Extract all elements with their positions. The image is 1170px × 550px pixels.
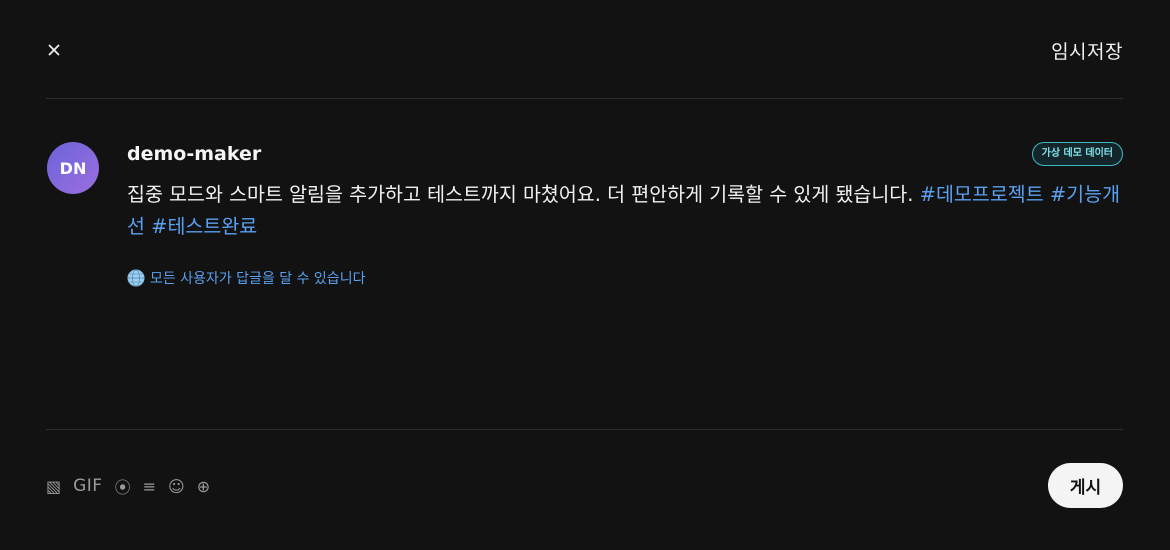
reply-permission-label: 모든 사용자가 답글을 달 수 있습니다	[150, 271, 366, 287]
list-icon[interactable]: ≡	[143, 474, 156, 498]
add-icon[interactable]: ⊕	[197, 474, 210, 498]
attachment-tools: ▧ GIF ⦿ ≡ ☺ ⊕	[46, 474, 210, 498]
reply-permission-button[interactable]: 모든 사용자가 답글을 달 수 있습니다	[127, 268, 365, 288]
image-icon[interactable]: ▧	[46, 474, 61, 498]
location-icon[interactable]: ⦿	[115, 474, 131, 498]
compose-page: 임시저장 DN demo-maker 가상 데모 데이터 집중 모드와 스마트 …	[0, 0, 1170, 550]
globe-icon	[127, 269, 145, 287]
post-text-input[interactable]: 집중 모드와 스마트 알림을 추가하고 테스트까지 마쳤어요. 더 편안하게 기…	[127, 179, 1123, 243]
hashtag-link[interactable]: #데모프로젝트	[920, 183, 1044, 206]
compose-area: DN demo-maker 가상 데모 데이터 집중 모드와 스마트 알림을 추…	[46, 99, 1123, 429]
footer-toolbar: ▧ GIF ⦿ ≡ ☺ ⊕ 게시	[46, 429, 1123, 550]
save-draft-button[interactable]: 임시저장	[1051, 37, 1123, 64]
emoji-icon[interactable]: ☺	[168, 474, 185, 498]
header-bar: 임시저장	[46, 0, 1123, 99]
username: demo-maker	[127, 143, 262, 165]
post-body-text: 집중 모드와 스마트 알림을 추가하고 테스트까지 마쳤어요. 더 편안하게 기…	[127, 183, 914, 206]
close-icon	[48, 44, 60, 56]
avatar: DN	[47, 142, 99, 194]
post-button[interactable]: 게시	[1048, 463, 1123, 508]
demo-data-badge: 가상 데모 데이터	[1031, 142, 1123, 166]
gif-icon[interactable]: GIF	[73, 474, 102, 498]
close-button[interactable]	[46, 38, 68, 62]
hashtag-link[interactable]: #테스트완료	[151, 215, 257, 238]
